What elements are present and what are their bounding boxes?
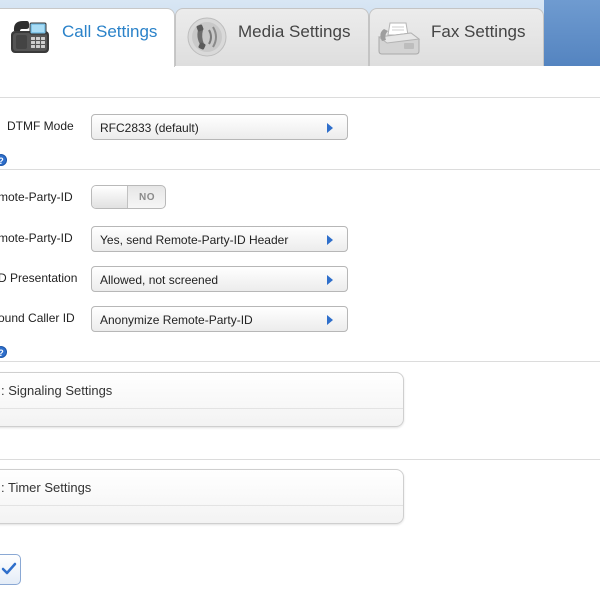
dropdown-arrow-icon (327, 315, 333, 325)
signaling-settings-panel[interactable]: : Signaling Settings (0, 372, 404, 427)
outbound-caller-id-label: ound Caller ID (0, 311, 75, 325)
tab-label: Media Settings (238, 22, 351, 41)
checkmark-icon (1, 562, 17, 575)
desk-phone-icon (9, 17, 51, 62)
outbound-caller-id-value: Anonymize Remote-Party-ID (100, 313, 253, 327)
dtmf-mode-label: DTMF Mode (7, 119, 74, 133)
dropdown-arrow-icon (327, 235, 333, 245)
help-icon[interactable]: ? (0, 154, 7, 166)
panel-divider (0, 505, 403, 506)
id-presentation-value: Allowed, not screened (100, 273, 219, 287)
tab-call-settings[interactable]: Call Settings (0, 8, 175, 67)
send-remote-party-id-select[interactable]: Yes, send Remote-Party-ID Header (91, 226, 348, 252)
help-icon[interactable]: ? (0, 346, 7, 358)
dtmf-mode-value: RFC2833 (default) (100, 121, 199, 135)
tab-media-settings[interactable]: Media Settings (175, 8, 369, 66)
dropdown-arrow-icon (327, 275, 333, 285)
panel-divider (0, 408, 403, 409)
tab-bar-fill (544, 0, 600, 66)
section-divider (0, 97, 600, 98)
tab-label: Call Settings (62, 22, 158, 41)
toggle-knob[interactable] (92, 186, 128, 208)
send-remote-party-id-value: Yes, send Remote-Party-ID Header (100, 233, 289, 247)
dropdown-arrow-icon (327, 123, 333, 133)
id-presentation-label: D Presentation (0, 271, 78, 285)
outbound-caller-id-select[interactable]: Anonymize Remote-Party-ID (91, 306, 348, 332)
tab-bar: Call Settings Media Settings Fax Setting… (0, 0, 600, 67)
timer-settings-panel[interactable]: : Timer Settings (0, 469, 404, 524)
id-presentation-select[interactable]: Allowed, not screened (91, 266, 348, 292)
apply-button[interactable] (0, 554, 21, 585)
send-remote-party-id-label: mote-Party-ID (0, 231, 73, 245)
fax-machine-icon (376, 19, 422, 64)
panel-title: : Signaling Settings (1, 383, 113, 398)
remote-party-id-toggle-label: mote-Party-ID (0, 190, 73, 204)
phone-handset-icon (184, 15, 230, 64)
section-divider (0, 361, 600, 362)
panel-title: : Timer Settings (1, 480, 92, 495)
remote-party-id-toggle[interactable]: NO (91, 185, 166, 209)
tab-label: Fax Settings (431, 22, 526, 41)
section-divider (0, 459, 600, 460)
section-divider (0, 169, 600, 170)
toggle-state: NO (139, 192, 155, 203)
dtmf-mode-select[interactable]: RFC2833 (default) (91, 114, 348, 140)
tab-fax-settings[interactable]: Fax Settings (369, 8, 544, 66)
